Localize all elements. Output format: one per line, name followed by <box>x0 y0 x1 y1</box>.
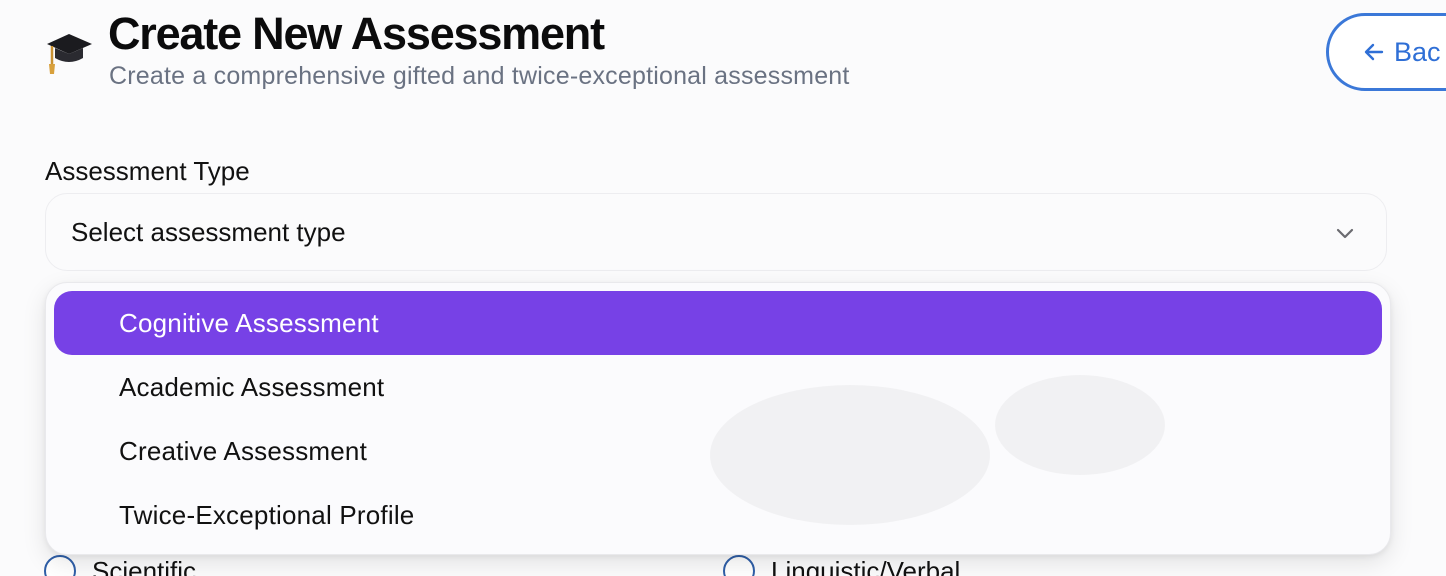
area-checkbox[interactable] <box>44 555 76 576</box>
dropdown-option-cognitive[interactable]: Cognitive Assessment <box>54 291 1382 355</box>
create-assessment-page: Create New Assessment Create a comprehen… <box>0 0 1446 576</box>
arrow-left-icon <box>1364 43 1384 61</box>
area-option-label: Linguistic/Verbal <box>771 555 961 576</box>
assessment-type-dropdown: Cognitive Assessment Academic Assessment… <box>45 282 1391 555</box>
dropdown-option-label: Twice-Exceptional Profile <box>119 499 415 530</box>
assessment-type-select[interactable]: Select assessment type <box>45 193 1387 271</box>
page-subtitle: Create a comprehensive gifted and twice-… <box>109 62 850 90</box>
dropdown-option-label: Academic Assessment <box>119 371 385 402</box>
area-option-scientific[interactable]: Scientific <box>44 555 196 576</box>
back-button[interactable]: Bac <box>1326 13 1446 91</box>
assessment-type-select-value: Select assessment type <box>71 216 346 247</box>
dropdown-option-label: Cognitive Assessment <box>119 307 379 338</box>
dropdown-option-label: Creative Assessment <box>119 435 368 466</box>
page-title: Create New Assessment <box>108 8 605 59</box>
back-button-label: Bac <box>1394 36 1441 67</box>
area-checkbox[interactable] <box>723 555 755 576</box>
chevron-down-icon <box>1336 228 1354 239</box>
graduation-cap-icon <box>47 34 92 74</box>
area-option-label: Scientific <box>92 555 197 576</box>
assessment-type-label: Assessment Type <box>45 156 250 186</box>
dropdown-option-twice-exceptional[interactable]: Twice-Exceptional Profile <box>54 483 1382 547</box>
area-option-linguistic[interactable]: Linguistic/Verbal <box>723 555 960 576</box>
dropdown-option-creative[interactable]: Creative Assessment <box>54 419 1382 483</box>
dropdown-option-academic[interactable]: Academic Assessment <box>54 355 1382 419</box>
